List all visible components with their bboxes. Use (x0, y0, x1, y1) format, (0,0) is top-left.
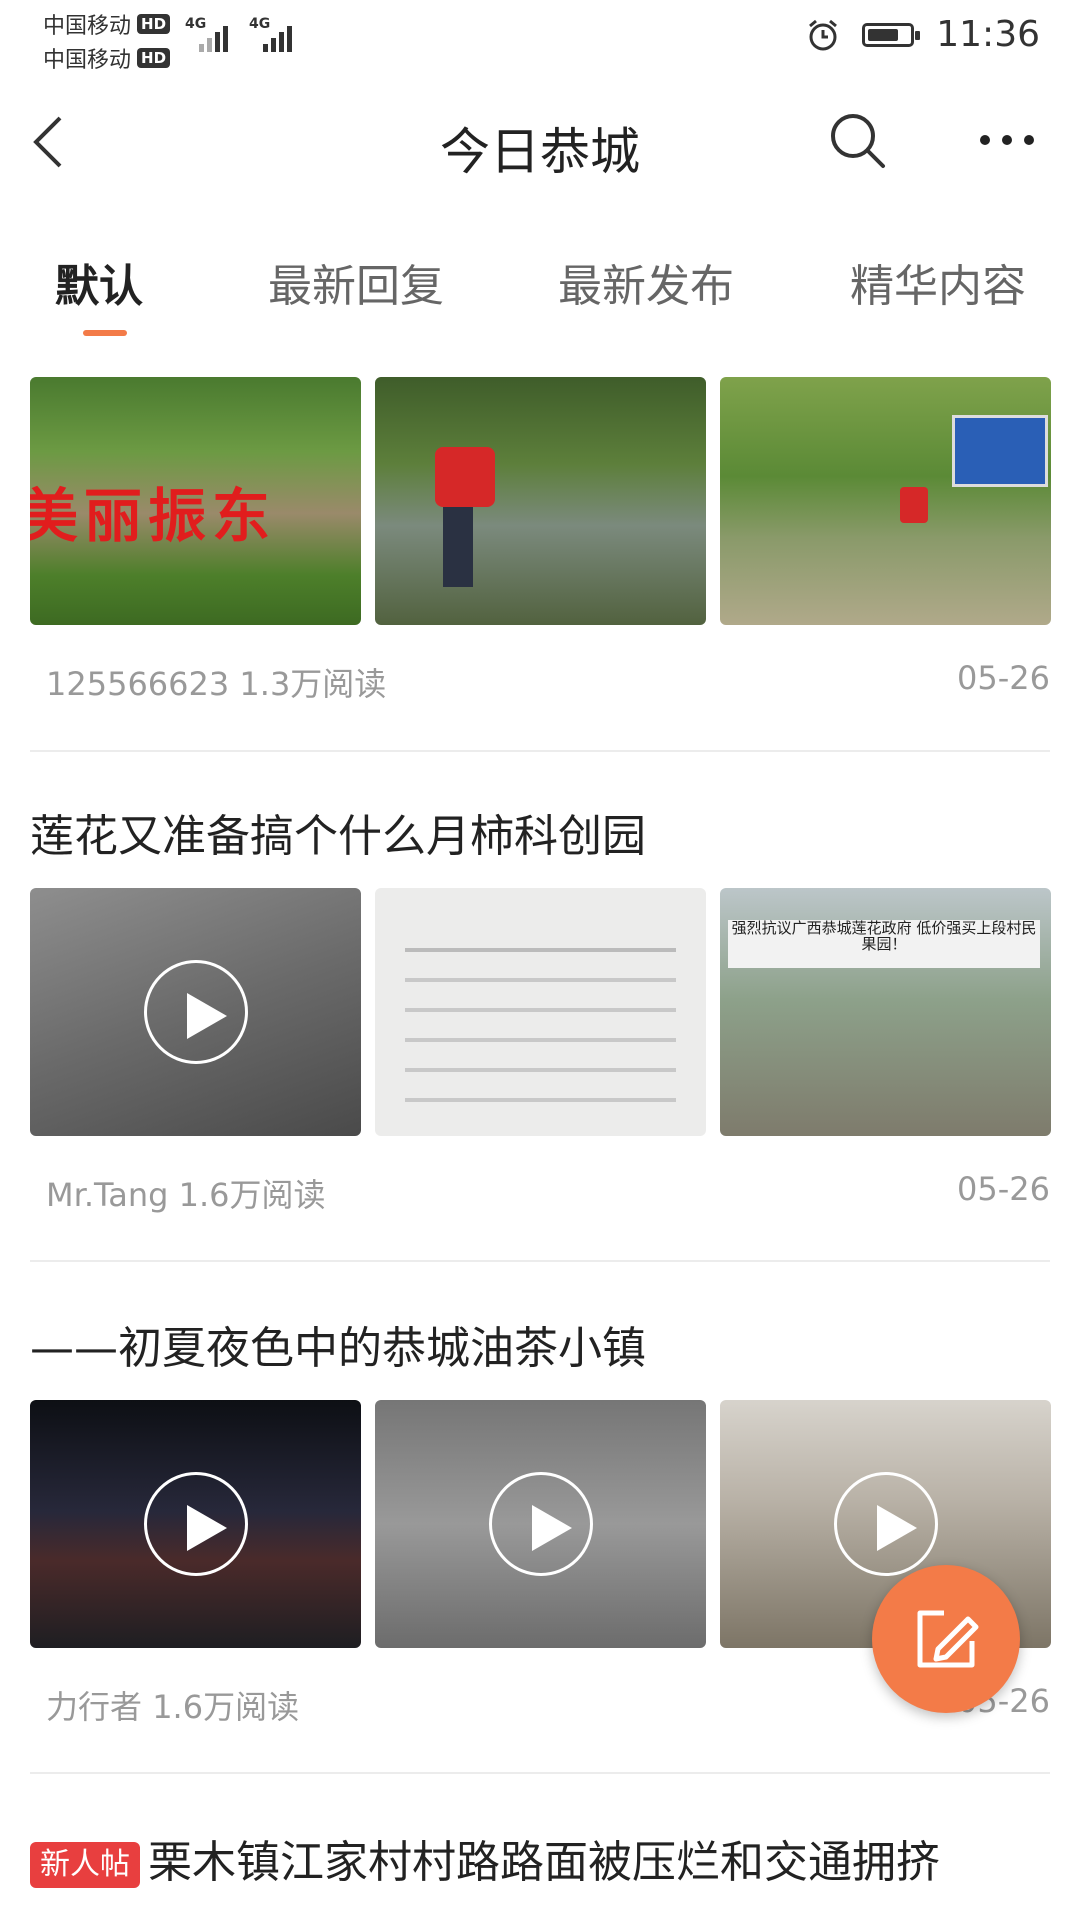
post-meta: 力行者 1.6万阅读 (46, 1682, 299, 1728)
post-image[interactable] (375, 377, 706, 625)
play-icon (488, 1472, 593, 1576)
post-date: 05-26 (957, 1170, 1050, 1208)
post-reads: 1.3万阅读 (239, 665, 387, 703)
divider (30, 750, 1050, 752)
battery-icon (862, 22, 921, 47)
carrier-name: 中国移动 (43, 48, 132, 73)
post-card[interactable]: 莲花又准备搞个什么月柿科创园 强烈抗议广西恭城莲花政府 低价强买上段村民果园！ … (30, 800, 1051, 1230)
compose-button[interactable] (872, 1565, 1020, 1713)
nav-bar: 今日恭城 (0, 80, 1080, 210)
post-image[interactable] (375, 888, 706, 1136)
play-icon (143, 960, 248, 1064)
post-images: 强烈抗议广西恭城莲花政府 低价强买上段村民果园！ (30, 888, 1051, 1136)
signal-icon: 4G (249, 16, 297, 52)
alarm-icon (809, 19, 838, 50)
tab-featured[interactable]: 精华内容 (850, 250, 1026, 314)
tab-default[interactable]: 默认 (55, 250, 143, 314)
system-icons: 11:36 (806, 14, 1040, 55)
post-reads: 1.6万阅读 (178, 1176, 326, 1214)
post-author: 125566623 (46, 665, 230, 703)
search-button[interactable] (825, 108, 891, 174)
search-icon (831, 114, 885, 168)
image-overlay-text: 强烈抗议广西恭城莲花政府 低价强买上段村民果园！ (728, 920, 1040, 968)
hd-badge: HD (137, 14, 171, 34)
play-icon (143, 1472, 248, 1576)
divider (30, 1260, 1050, 1262)
carrier-1: 中国移动 HD (43, 8, 171, 40)
post-title: 莲花又准备搞个什么月柿科创园 (30, 811, 646, 862)
post-card[interactable]: 新人帖 栗木镇江家村村路路面被压烂和交通拥挤 (30, 1826, 1050, 1920)
carrier-name: 中国移动 (43, 14, 132, 39)
post-author: Mr.Tang (46, 1176, 169, 1214)
edit-icon (917, 1610, 979, 1668)
status-bar: 中国移动 HD 中国移动 HD 4G 4G 11:36 (0, 0, 1080, 80)
more-button[interactable] (972, 120, 1042, 160)
post-date: 05-26 (957, 659, 1050, 697)
tab-bar: 默认 最新回复 最新发布 精华内容 (0, 240, 1080, 340)
image-overlay-text: 美丽振东 (30, 482, 277, 550)
post-image[interactable]: 强烈抗议广西恭城莲花政府 低价强买上段村民果园！ (720, 888, 1051, 1136)
post-image[interactable] (720, 377, 1051, 625)
tab-indicator (83, 330, 127, 336)
post-title: 新人帖 栗木镇江家村村路路面被压烂和交通拥挤 (30, 1826, 1050, 1890)
tab-latest-post[interactable]: 最新发布 (558, 250, 734, 314)
new-post-badge: 新人帖 (30, 1842, 140, 1888)
post-card[interactable]: 美丽振东 125566623 1.3万阅读 05-26 (30, 377, 1051, 717)
signal-icon: 4G (185, 16, 233, 52)
tab-latest-reply[interactable]: 最新回复 (268, 250, 444, 314)
post-reads: 1.6万阅读 (152, 1688, 300, 1726)
post-image[interactable]: 美丽振东 (30, 377, 361, 625)
post-image[interactable] (30, 888, 361, 1136)
post-meta: 125566623 1.3万阅读 (46, 659, 386, 705)
clock: 11:36 (936, 14, 1040, 55)
page-title: 今日恭城 (440, 123, 640, 181)
post-meta: Mr.Tang 1.6万阅读 (46, 1170, 326, 1216)
post-author: 力行者 (46, 1688, 143, 1726)
post-title: ——初夏夜色中的恭城油茶小镇 (30, 1323, 646, 1374)
post-title-text: 栗木镇江家村村路路面被压烂和交通拥挤 (148, 1837, 940, 1888)
post-image[interactable] (375, 1400, 706, 1648)
post-image[interactable] (30, 1400, 361, 1648)
hd-badge: HD (137, 48, 171, 68)
play-icon (833, 1472, 938, 1576)
post-images: 美丽振东 (30, 377, 1051, 625)
more-dots-icon (980, 135, 990, 145)
divider (30, 1772, 1050, 1774)
signal-group: 4G 4G (185, 16, 297, 52)
carrier-2: 中国移动 HD (43, 42, 171, 74)
